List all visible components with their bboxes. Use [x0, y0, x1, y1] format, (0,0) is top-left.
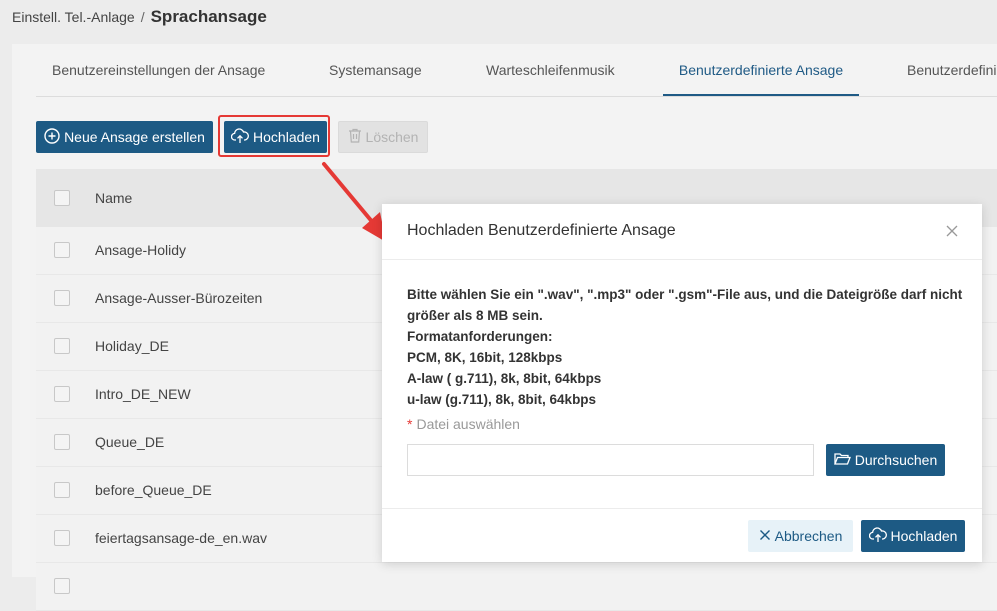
dialog-footer: Abbrechen Hochladen [382, 508, 982, 563]
row-name: Ansage-Holidy [95, 242, 187, 258]
upload-button-highlight [218, 115, 330, 157]
required-marker: * [407, 416, 413, 432]
delete-label: Löschen [365, 129, 419, 145]
row-checkbox[interactable] [54, 482, 70, 498]
info-line: Formatanforderungen: [407, 329, 553, 344]
browse-label: Durchsuchen [854, 452, 938, 468]
info-line: Bitte wählen Sie ein ".wav", ".mp3" oder… [407, 287, 963, 323]
table-row[interactable] [36, 563, 997, 611]
tab-warteschleifenmusik[interactable]: Warteschleifenmusik [486, 44, 615, 96]
page-header: Einstell. Tel.-Anlage / Sprachansage [0, 0, 997, 42]
file-path-input[interactable] [407, 444, 814, 476]
row-checkbox[interactable] [54, 242, 70, 258]
row-checkbox[interactable] [54, 386, 70, 402]
tab-benutzereinstellungen[interactable]: Benutzereinstellungen der Ansage [52, 44, 265, 96]
row-name: Holiday_DE [95, 338, 169, 354]
row-checkbox[interactable] [54, 530, 70, 546]
row-name: Intro_DE_NEW [95, 386, 191, 402]
row-name: before_Queue_DE [95, 482, 212, 498]
confirm-upload-button[interactable]: Hochladen [861, 520, 965, 552]
confirm-upload-label: Hochladen [890, 528, 958, 544]
row-checkbox[interactable] [54, 290, 70, 306]
close-icon [759, 528, 771, 544]
row-name: Ansage-Ausser-Bürozeiten [95, 290, 263, 306]
info-line: A-law ( g.711), 8k, 8bit, 64kbps [407, 371, 602, 386]
tab-systemansage[interactable]: Systemansage [329, 44, 422, 96]
dialog-body: Bitte wählen Sie ein ".wav", ".mp3" oder… [407, 284, 967, 476]
delete-button[interactable]: Löschen [338, 121, 428, 153]
format-info: Bitte wählen Sie ein ".wav", ".mp3" oder… [407, 284, 967, 410]
folder-open-icon [833, 452, 851, 469]
row-name: feiertagsansage-de_en.wav [95, 530, 268, 546]
tab-benutzerdefinierte-ansage[interactable]: Benutzerdefinierte Ansage [663, 44, 859, 96]
row-name: Queue_DE [95, 434, 165, 450]
trash-icon [348, 128, 362, 146]
row-checkbox[interactable] [54, 338, 70, 354]
tab-benutzerdefiniert-truncated[interactable]: Benutzerdefini [907, 44, 997, 96]
new-announcement-button[interactable]: Neue Ansage erstellen [36, 121, 213, 153]
column-header-name: Name [95, 190, 133, 206]
new-announcement-label: Neue Ansage erstellen [64, 129, 205, 145]
plus-circle-icon [44, 127, 60, 147]
upload-dialog: Hochladen Benutzerdefinierte Ansage Bitt… [382, 204, 982, 562]
dialog-header: Hochladen Benutzerdefinierte Ansage [382, 204, 982, 260]
select-all-checkbox[interactable] [54, 190, 70, 206]
cloud-upload-icon [868, 526, 887, 546]
browse-button[interactable]: Durchsuchen [826, 444, 945, 476]
file-field-label-text: Datei auswählen [416, 416, 520, 432]
breadcrumb-separator: / [140, 9, 145, 25]
page-title: Sprachansage [150, 7, 267, 26]
close-icon[interactable] [944, 223, 960, 239]
cancel-label: Abbrechen [774, 528, 843, 544]
info-line: PCM, 8K, 16bit, 128kbps [407, 350, 563, 365]
breadcrumb-parent[interactable]: Einstell. Tel.-Anlage [12, 9, 135, 25]
dialog-title: Hochladen Benutzerdefinierte Ansage [407, 222, 676, 239]
breadcrumb: Einstell. Tel.-Anlage / Sprachansage [12, 7, 267, 27]
row-checkbox[interactable] [54, 578, 70, 594]
row-checkbox[interactable] [54, 434, 70, 450]
cancel-button[interactable]: Abbrechen [748, 520, 853, 552]
file-field-label: * Datei auswählen [407, 416, 967, 432]
tab-bar: Benutzereinstellungen der Ansage Systema… [36, 44, 997, 97]
info-line: u-law (g.711), 8k, 8bit, 64kbps [407, 392, 597, 407]
